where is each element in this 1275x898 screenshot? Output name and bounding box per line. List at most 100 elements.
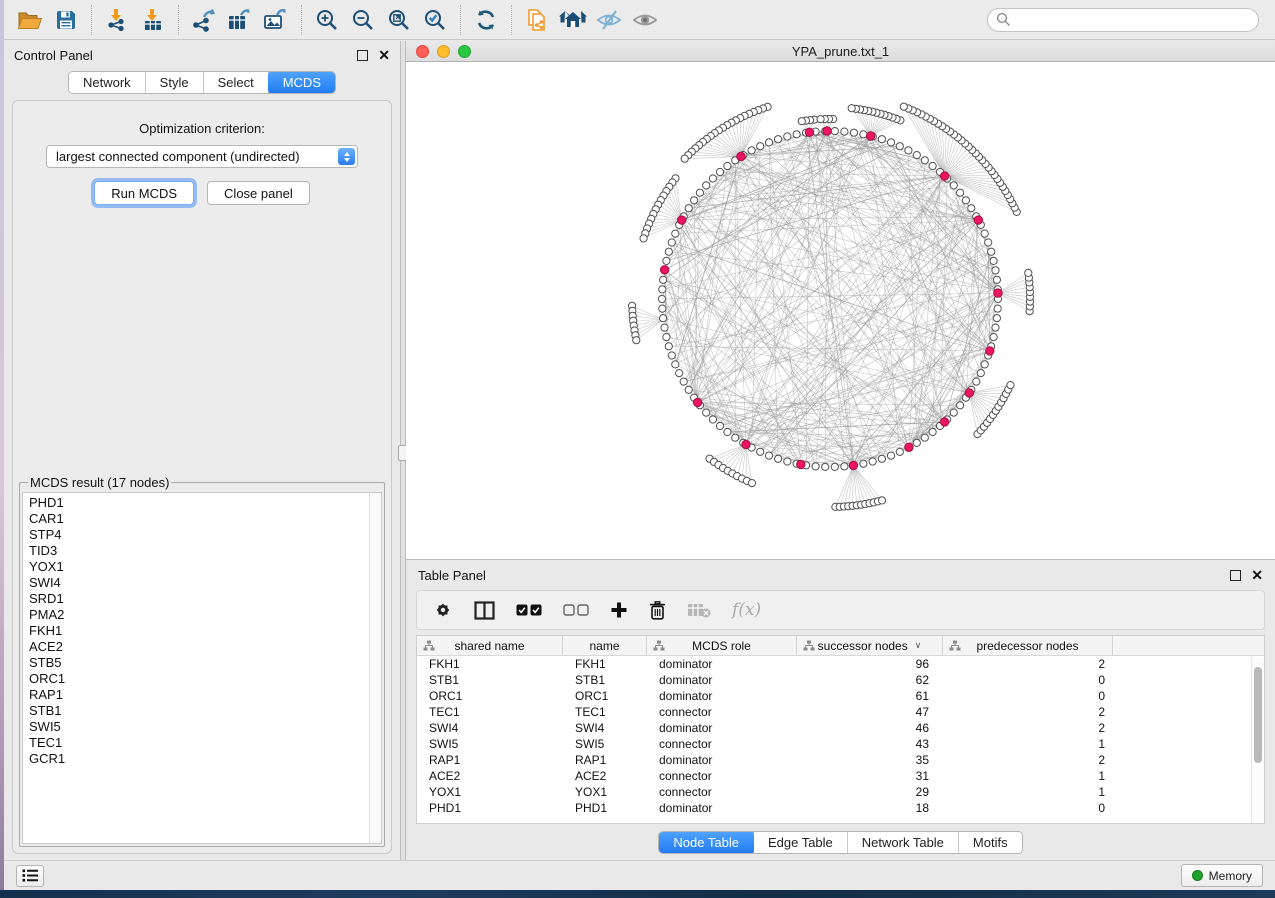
mcds-result-group: MCDS result (17 nodes) PHD1CAR1STP4TID3Y…: [19, 475, 385, 847]
table-scrollbar-thumb[interactable]: [1254, 667, 1262, 763]
mcds-result-item[interactable]: SWI5: [29, 719, 381, 735]
zoom-out-button[interactable]: [345, 4, 381, 36]
table-row[interactable]: TEC1TEC1connector472: [417, 704, 1264, 720]
float-icon[interactable]: [1230, 570, 1241, 581]
deselect-all-rows-button[interactable]: [563, 604, 589, 616]
column-header-successor-nodes[interactable]: successor nodes∨: [797, 636, 943, 655]
zoom-fit-button[interactable]: [381, 4, 417, 36]
table-cell: 18: [797, 801, 943, 815]
table-row[interactable]: YOX1YOX1connector291: [417, 784, 1264, 800]
table-cell: RAP1: [417, 753, 563, 767]
import-table-button[interactable]: [135, 4, 171, 36]
hide-selected-button[interactable]: [591, 4, 627, 36]
table-cell: PHD1: [563, 801, 647, 815]
mcds-result-item[interactable]: ACE2: [29, 639, 381, 655]
close-panel-button[interactable]: Close panel: [207, 181, 310, 205]
copy-network-button[interactable]: [519, 4, 555, 36]
table-scrollbar[interactable]: [1251, 657, 1264, 823]
mcds-result-item[interactable]: PHD1: [29, 495, 381, 511]
first-neighbors-button[interactable]: [555, 4, 591, 36]
table-row[interactable]: ACE2ACE2connector311: [417, 768, 1264, 784]
search-field[interactable]: [987, 8, 1259, 32]
delete-column-button[interactable]: [649, 601, 666, 620]
network-canvas[interactable]: [406, 62, 1275, 559]
mcds-result-item[interactable]: SRD1: [29, 591, 381, 607]
memory-button[interactable]: Memory: [1181, 864, 1263, 887]
delete-table-button[interactable]: [687, 602, 711, 618]
zoom-selected-button[interactable]: [417, 4, 453, 36]
table-cell: dominator: [647, 801, 797, 815]
mcds-result-item[interactable]: GCR1: [29, 751, 381, 767]
mcds-result-item[interactable]: PMA2: [29, 607, 381, 623]
table-toolbar: f(x): [416, 590, 1265, 630]
table-row[interactable]: FKH1FKH1dominator962: [417, 656, 1264, 672]
column-header-predecessor-nodes[interactable]: predecessor nodes: [943, 636, 1113, 655]
table-row[interactable]: PHD1PHD1dominator180: [417, 800, 1264, 816]
mcds-result-item[interactable]: YOX1: [29, 559, 381, 575]
mcds-result-item[interactable]: SWI4: [29, 575, 381, 591]
export-image-button[interactable]: [258, 4, 294, 36]
export-network-button[interactable]: [186, 4, 222, 36]
mcds-result-item[interactable]: STP4: [29, 527, 381, 543]
criterion-select-value: largest connected component (undirected): [56, 149, 300, 164]
tab-motifs[interactable]: Motifs: [959, 832, 1022, 853]
close-icon[interactable]: ✕: [1251, 568, 1263, 582]
tab-style[interactable]: Style: [146, 72, 204, 93]
memory-label: Memory: [1209, 869, 1252, 883]
select-stepper-icon: [338, 148, 355, 165]
plus-icon: [610, 601, 628, 619]
save-session-button[interactable]: [48, 4, 84, 36]
table-panel: Table Panel ✕: [406, 560, 1275, 860]
open-file-button[interactable]: [12, 4, 48, 36]
table-row[interactable]: ORC1ORC1dominator610: [417, 688, 1264, 704]
save-floppy-icon: [55, 9, 77, 31]
import-network-button[interactable]: [99, 4, 135, 36]
table-row[interactable]: SWI4SWI4dominator462: [417, 720, 1264, 736]
mcds-result-item[interactable]: CAR1: [29, 511, 381, 527]
export-table-button[interactable]: [222, 4, 258, 36]
table-row[interactable]: STB1STB1dominator620: [417, 672, 1264, 688]
zoom-light[interactable]: [458, 45, 471, 58]
mcds-result-item[interactable]: TID3: [29, 543, 381, 559]
settings-button[interactable]: [433, 600, 453, 620]
zoom-in-button[interactable]: [309, 4, 345, 36]
search-input[interactable]: [1011, 13, 1250, 27]
column-layout-button[interactable]: [474, 601, 495, 620]
add-column-button[interactable]: [610, 601, 628, 619]
tab-network[interactable]: Network: [69, 72, 146, 93]
close-icon[interactable]: ✕: [378, 48, 390, 62]
table-cell: dominator: [647, 657, 797, 671]
table-cell: 2: [943, 753, 1113, 767]
column-header-MCDS-role[interactable]: MCDS role: [647, 636, 797, 655]
minimize-light[interactable]: [437, 45, 450, 58]
task-history-button[interactable]: [16, 865, 44, 887]
tab-mcds[interactable]: MCDS: [268, 71, 336, 94]
refresh-button[interactable]: [468, 4, 504, 36]
table-cell: 31: [797, 769, 943, 783]
show-all-button[interactable]: [627, 4, 663, 36]
tab-node-table[interactable]: Node Table: [658, 831, 755, 854]
column-header-shared-name[interactable]: shared name: [417, 636, 563, 655]
tab-select[interactable]: Select: [204, 72, 269, 93]
mcds-list-scrollbar[interactable]: [369, 493, 381, 843]
tab-network-table[interactable]: Network Table: [848, 832, 959, 853]
mcds-result-item[interactable]: STB5: [29, 655, 381, 671]
mcds-result-item[interactable]: TEC1: [29, 735, 381, 751]
table-header: shared namenameMCDS rolesuccessor nodes∨…: [417, 636, 1264, 656]
function-builder-button[interactable]: f(x): [732, 600, 761, 620]
table-cell: STB1: [563, 673, 647, 687]
mcds-result-item[interactable]: STB1: [29, 703, 381, 719]
float-icon[interactable]: [357, 50, 368, 61]
run-mcds-button[interactable]: Run MCDS: [94, 181, 194, 205]
criterion-select[interactable]: largest connected component (undirected): [46, 145, 358, 168]
table-row[interactable]: SWI5SWI5connector431: [417, 736, 1264, 752]
mcds-result-item[interactable]: ORC1: [29, 671, 381, 687]
close-light[interactable]: [416, 45, 429, 58]
column-header-name[interactable]: name: [563, 636, 647, 655]
mcds-result-item[interactable]: RAP1: [29, 687, 381, 703]
tab-edge-table[interactable]: Edge Table: [754, 832, 848, 853]
select-all-rows-button[interactable]: [516, 604, 542, 616]
table-row[interactable]: RAP1RAP1dominator352: [417, 752, 1264, 768]
mcds-result-item[interactable]: FKH1: [29, 623, 381, 639]
table-cell: connector: [647, 785, 797, 799]
